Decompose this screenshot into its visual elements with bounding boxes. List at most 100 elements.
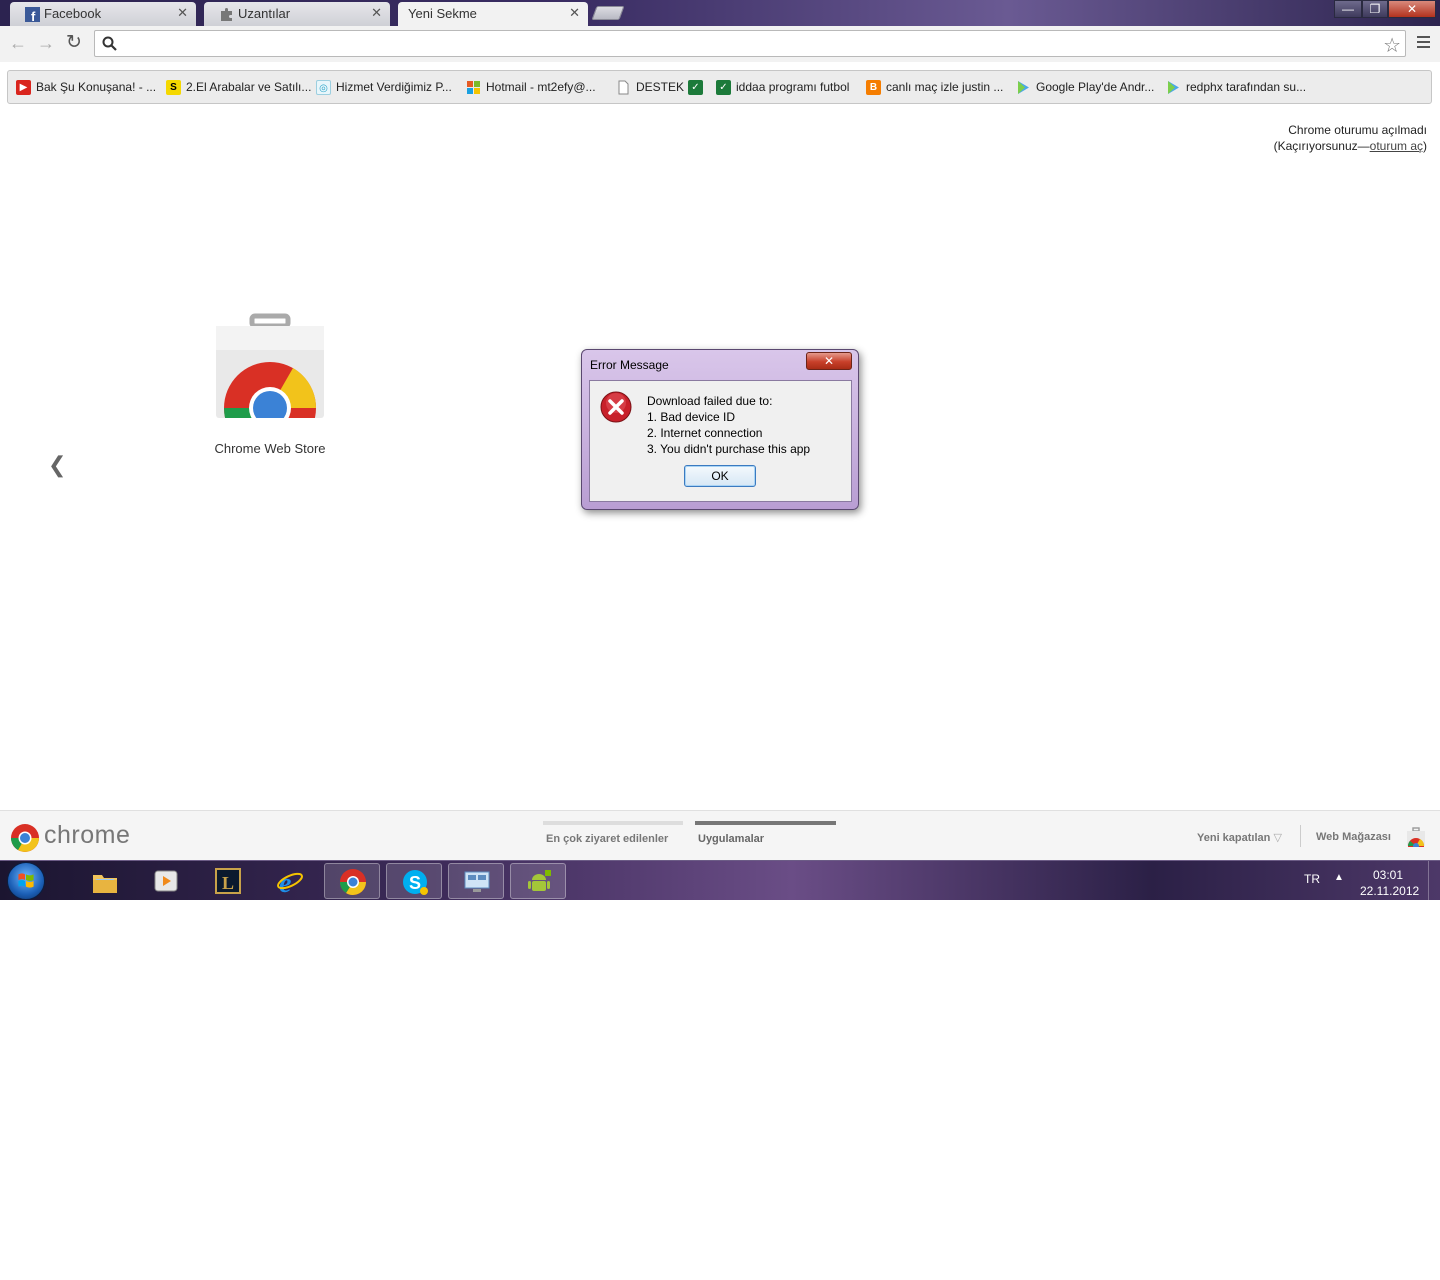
signin-link[interactable]: oturum aç xyxy=(1370,139,1423,153)
screen: f Facebook ✕ Uzantılar ✕ Yeni Sekme ✕ — … xyxy=(0,0,1440,1280)
chrome-web-store-icon xyxy=(214,313,326,454)
bookmark-label: 2.El Arabalar ve Satılı... xyxy=(186,80,312,94)
taskbar-league-of-legends[interactable]: L xyxy=(200,863,256,899)
tab-indicator xyxy=(543,821,683,825)
dialog-body: Download failed due to: 1. Bad device ID… xyxy=(589,380,852,502)
windows-flag-icon xyxy=(467,81,480,94)
skype-icon: S xyxy=(403,870,428,895)
recently-closed-menu[interactable]: Yeni kapatılan ▽ xyxy=(1197,831,1282,844)
remote-desktop-icon xyxy=(464,871,490,892)
windows-taskbar: L e S TR ▲ 03:01 22.11.2012 xyxy=(0,860,1440,901)
tab-most-visited[interactable]: En çok ziyaret edilenler xyxy=(543,821,683,845)
toolbar: ← → ↻ ☆ xyxy=(0,26,1440,62)
bookmark-star-icon[interactable]: ☆ xyxy=(1383,33,1401,58)
restore-button[interactable]: ❐ xyxy=(1362,0,1388,18)
footer-divider xyxy=(1300,825,1301,847)
play-store-icon xyxy=(1018,81,1029,94)
recently-closed-label: Yeni kapatılan xyxy=(1197,832,1271,844)
previous-page-arrow-icon[interactable]: ❮ xyxy=(48,452,66,478)
media-player-icon xyxy=(154,870,178,892)
language-indicator[interactable]: TR xyxy=(1304,872,1320,886)
clock-date: 22.11.2012 xyxy=(1360,884,1420,898)
bookmark-label: canlı maç izle justin ... xyxy=(886,80,1004,94)
ntp-footer: chrome En çok ziyaret edilenler Uygulama… xyxy=(0,810,1440,860)
bookmark-item[interactable]: Google Play'de Andr... xyxy=(1016,80,1154,94)
android-icon xyxy=(528,870,551,891)
tab-title: Uzantılar xyxy=(238,6,291,21)
taskbar-remote-desktop[interactable] xyxy=(448,863,504,899)
bookmark-label: iddaa programı futbol xyxy=(736,80,850,94)
taskbar-android-sdk[interactable] xyxy=(510,863,566,899)
bookmark-label: Google Play'de Andr... xyxy=(1036,80,1155,94)
taskbar-chrome[interactable] xyxy=(324,863,380,899)
iddaa-icon: ✓ xyxy=(716,80,731,95)
tab-new-tab[interactable]: Yeni Sekme ✕ xyxy=(398,2,588,26)
dialog-title: Error Message xyxy=(590,358,669,372)
signin-prefix: (Kaçırıyorsunuz— xyxy=(1273,139,1370,153)
tab-extensions[interactable]: Uzantılar ✕ xyxy=(204,2,390,26)
tab-close-icon[interactable]: ✕ xyxy=(177,5,188,21)
taskbar-internet-explorer[interactable]: e xyxy=(262,863,318,899)
tab-close-icon[interactable]: ✕ xyxy=(371,5,382,21)
close-window-button[interactable]: ✕ xyxy=(1388,0,1436,18)
web-store-small-icon[interactable] xyxy=(1406,827,1426,847)
bookmark-label: DESTEK xyxy=(636,80,685,94)
tab-facebook[interactable]: f Facebook ✕ xyxy=(10,2,196,26)
taskbar-media-player[interactable] xyxy=(138,863,194,899)
bookmark-item[interactable]: B canlı maç izle justin ... xyxy=(866,80,1004,95)
message-line: 2. Internet connection xyxy=(647,426,763,440)
new-tab-button[interactable] xyxy=(591,6,625,20)
message-line: Download failed due to: xyxy=(647,394,773,408)
youtube-icon: ▶ xyxy=(16,80,31,95)
chrome-logo-icon xyxy=(11,824,39,852)
show-desktop-button[interactable] xyxy=(1428,861,1440,901)
app-tile-chrome-web-store[interactable]: Chrome Web Store xyxy=(200,312,340,456)
minimize-button[interactable]: — xyxy=(1334,0,1362,18)
back-arrow-icon[interactable]: ← xyxy=(8,33,28,53)
svg-text:S: S xyxy=(409,873,421,893)
error-icon xyxy=(600,391,632,423)
tab-close-icon[interactable]: ✕ xyxy=(569,5,580,21)
sahibinden-icon: S xyxy=(166,80,181,95)
bookmark-item[interactable]: ✓ iddaa programı futbol xyxy=(716,80,850,95)
bookmark-item[interactable]: DESTEK xyxy=(616,80,685,95)
chrome-wordmark: chrome xyxy=(44,821,131,849)
reload-icon[interactable]: ↻ xyxy=(64,33,84,53)
tab-label: Uygulamalar xyxy=(698,833,765,845)
file-explorer-icon xyxy=(93,875,117,893)
facebook-icon: f xyxy=(25,7,40,22)
dropdown-triangle-icon: ▽ xyxy=(1273,832,1282,844)
bookmark-label: Bak Şu Konuşana! - ... xyxy=(36,80,157,94)
tray-overflow-arrow-icon[interactable]: ▲ xyxy=(1334,872,1344,883)
tray-clock[interactable]: 03:01 22.11.2012 xyxy=(1360,867,1420,899)
forward-arrow-icon[interactable]: → xyxy=(36,33,56,53)
omnibox-input[interactable] xyxy=(125,34,1365,54)
internet-explorer-icon: e xyxy=(277,868,303,895)
iddaa-icon: ✓ xyxy=(688,80,703,95)
bookmark-label: redphx tarafından su... xyxy=(1186,80,1307,94)
windows-logo-icon xyxy=(18,873,34,888)
tab-apps[interactable]: Uygulamalar xyxy=(695,821,836,845)
dialog-message: Download failed due to: 1. Bad device ID… xyxy=(647,393,810,457)
menu-icon[interactable] xyxy=(1414,33,1432,53)
taskbar-file-explorer[interactable] xyxy=(77,863,133,899)
bookmark-item[interactable]: S 2.El Arabalar ve Satılı... xyxy=(166,80,312,95)
message-line: 1. Bad device ID xyxy=(647,410,736,424)
ok-button[interactable]: OK xyxy=(684,465,756,487)
web-store-link[interactable]: Web Mağazası xyxy=(1316,831,1391,843)
bookmark-item[interactable]: redphx tarafından su... xyxy=(1166,80,1306,94)
omnibox[interactable]: ☆ xyxy=(94,30,1406,57)
title-bar: f Facebook ✕ Uzantılar ✕ Yeni Sekme ✕ — … xyxy=(0,0,1440,26)
tab-title: Facebook xyxy=(44,6,102,21)
blogger-icon: B xyxy=(866,80,881,95)
bookmark-item[interactable]: ▶ Bak Şu Konuşana! - ... xyxy=(16,80,157,95)
bookmark-item[interactable]: Hotmail - mt2efy@... xyxy=(466,80,596,94)
svg-text:f: f xyxy=(31,9,36,22)
taskbar-skype[interactable]: S xyxy=(386,863,442,899)
page-icon xyxy=(618,80,629,95)
start-button[interactable] xyxy=(7,862,45,900)
search-icon xyxy=(102,36,117,51)
bookmark-item[interactable]: ◎ Hizmet Verdiğimiz P... xyxy=(316,80,452,95)
signin-suffix: ) xyxy=(1423,139,1427,153)
dialog-close-button[interactable]: ✕ xyxy=(806,352,852,370)
